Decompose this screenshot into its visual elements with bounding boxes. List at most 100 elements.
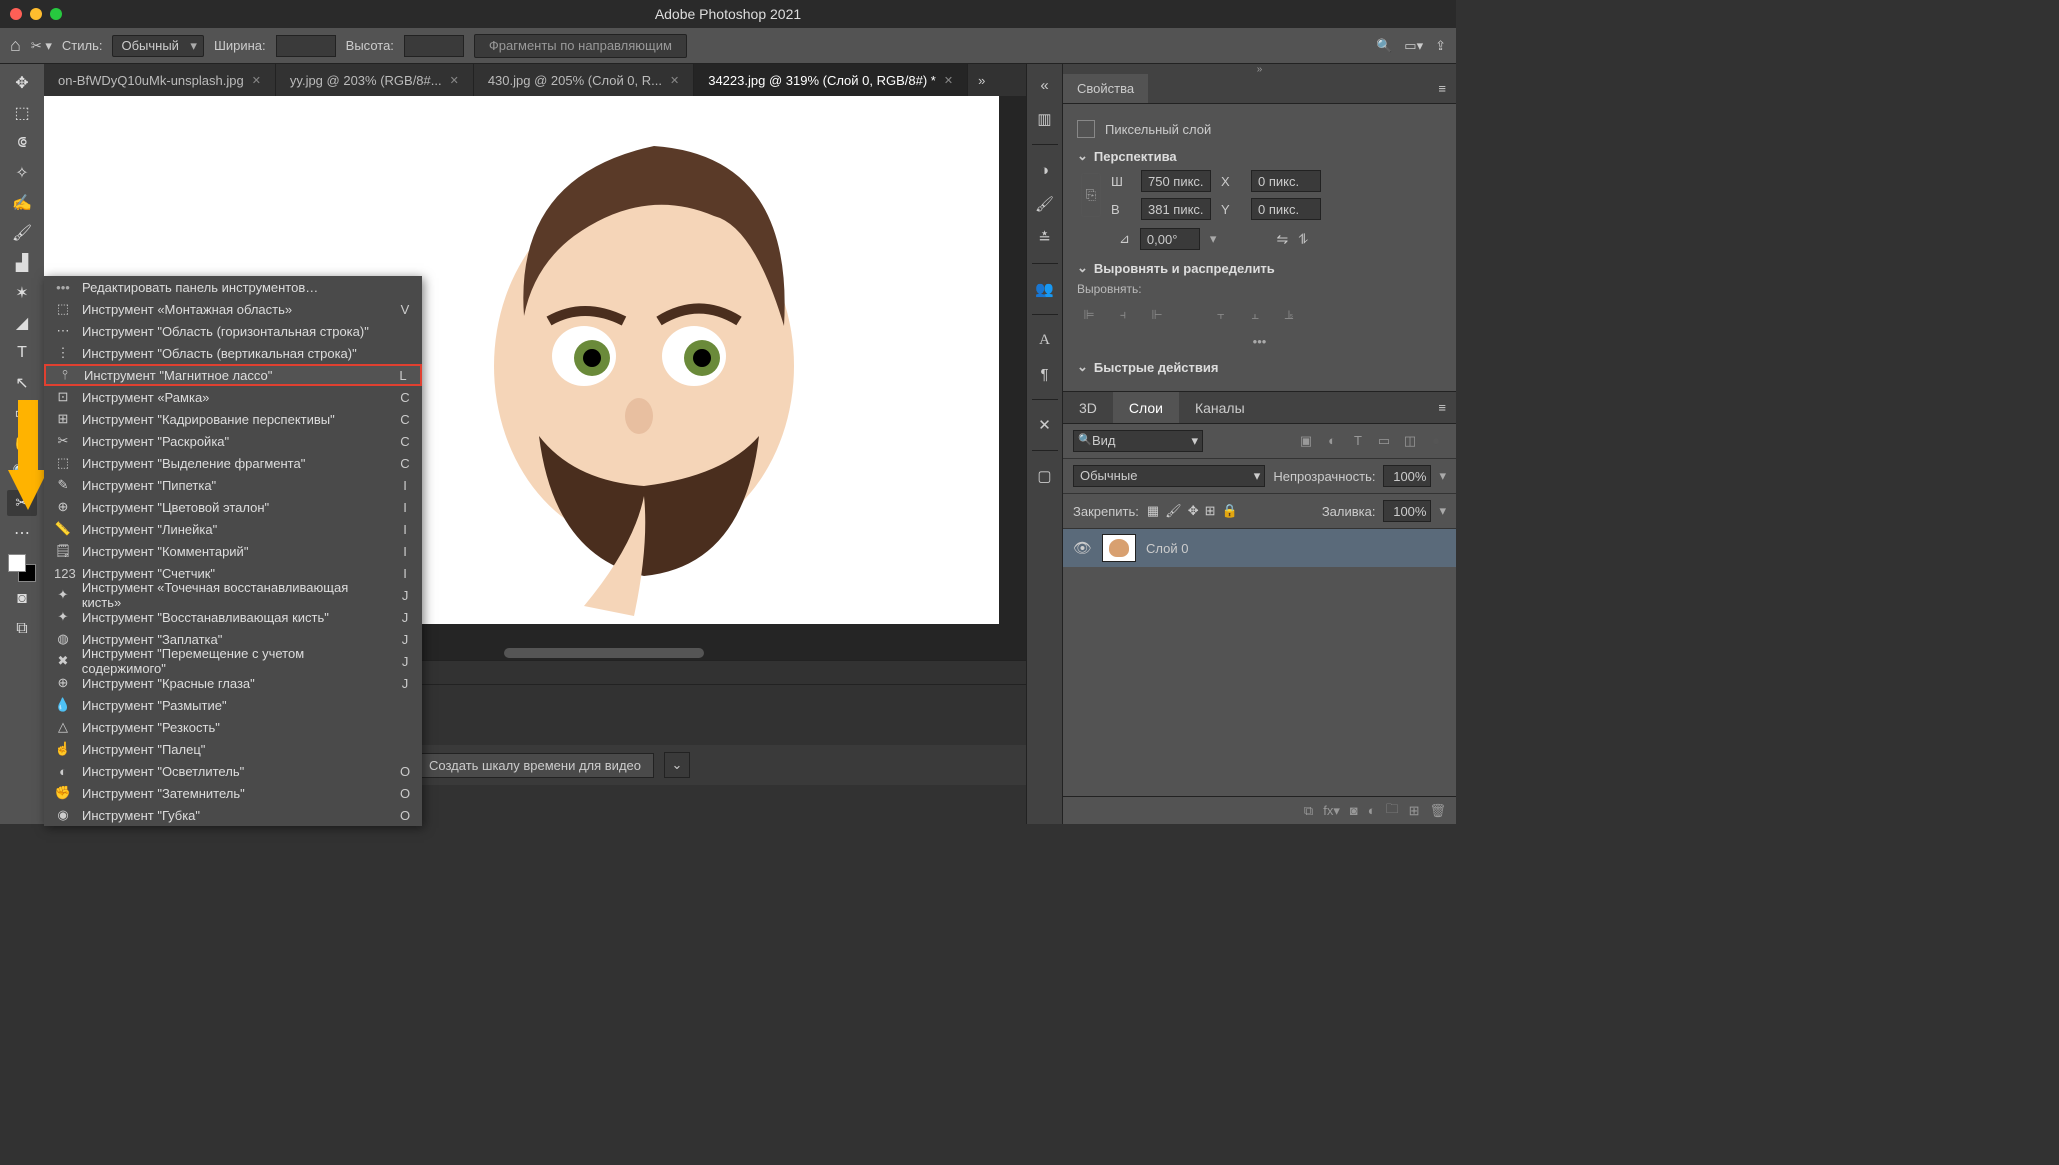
filter-type-icon[interactable]: T xyxy=(1348,433,1368,449)
flip-vertical-icon[interactable]: ⥮ xyxy=(1298,231,1308,248)
wand-tool-icon[interactable]: ✧ xyxy=(7,160,37,186)
tool-menu-item[interactable]: 🗒Инструмент "Комментарий"I xyxy=(44,540,422,562)
style-dropdown[interactable]: Обычный xyxy=(112,35,203,57)
brushes-panel-icon[interactable]: 🖌 xyxy=(1032,191,1058,217)
marquee-tool-icon[interactable]: ⬚ xyxy=(7,100,37,126)
properties-tab[interactable]: Свойства xyxy=(1063,74,1148,103)
align-left-icon[interactable]: ⊫ xyxy=(1077,304,1101,326)
lock-paint-icon[interactable]: 🖌 xyxy=(1165,503,1182,519)
filter-shape-icon[interactable]: ▭ xyxy=(1374,433,1394,449)
layer-mask-icon[interactable]: ◙ xyxy=(1350,803,1358,818)
minimize-window-icon[interactable] xyxy=(30,8,42,20)
link-dimensions-icon[interactable]: ⎘ xyxy=(1081,173,1101,217)
adjustment-layer-icon[interactable]: ◐ xyxy=(1368,803,1376,818)
tab-2[interactable]: 430.jpg @ 205% (Слой 0, R...✕ xyxy=(474,64,694,96)
y-field[interactable] xyxy=(1251,198,1321,220)
tool-menu-item[interactable]: ⋯Инструмент "Область (горизонтальная стр… xyxy=(44,320,422,342)
close-icon[interactable]: ✕ xyxy=(944,74,953,87)
flip-horizontal-icon[interactable]: ⇋ xyxy=(1276,231,1288,248)
tool-menu-item[interactable]: ✎Инструмент "Пипетка"I xyxy=(44,474,422,496)
lasso-tool-icon[interactable]: ⟃ xyxy=(7,130,37,156)
width-input[interactable] xyxy=(276,35,336,57)
panel-menu-icon[interactable]: ≡ xyxy=(1428,81,1456,96)
layers-tab[interactable]: Слои xyxy=(1113,392,1179,423)
filter-pixel-icon[interactable]: ▣ xyxy=(1296,433,1316,449)
tool-menu-item[interactable]: 💧Инструмент "Размытие" xyxy=(44,694,422,716)
tool-menu-item[interactable]: ⋮Инструмент "Область (вертикальная строк… xyxy=(44,342,422,364)
layer-fx-icon[interactable]: fx▾ xyxy=(1323,803,1340,819)
link-layers-icon[interactable]: ⧉ xyxy=(1304,803,1313,819)
new-layer-icon[interactable]: ⊞ xyxy=(1409,803,1420,819)
tool-menu-item[interactable]: ✊Инструмент "Затемнитель"O xyxy=(44,782,422,804)
panel-collapse-icon[interactable]: » xyxy=(1063,64,1456,74)
height-input[interactable] xyxy=(404,35,464,57)
navigator-panel-icon[interactable]: ▢ xyxy=(1032,463,1058,489)
channels-tab[interactable]: Каналы xyxy=(1179,392,1261,423)
close-icon[interactable]: ✕ xyxy=(450,74,459,87)
adjustments-panel-icon[interactable]: ≛ xyxy=(1032,225,1058,251)
tool-menu-item[interactable]: ⊞Инструмент "Кадрирование перспективы"C xyxy=(44,408,422,430)
libraries-panel-icon[interactable]: 👥 xyxy=(1032,276,1058,302)
height-field[interactable] xyxy=(1141,198,1211,220)
screenmode-tool-icon[interactable]: ⧉ xyxy=(7,616,37,642)
dock-expand-icon[interactable]: « xyxy=(1032,72,1058,98)
path-select-tool-icon[interactable]: ↖ xyxy=(7,370,37,396)
align-bottom-icon[interactable]: ⫡ xyxy=(1277,304,1301,326)
screen-mode-icon[interactable]: ▭▾ xyxy=(1404,38,1423,54)
edit-toolbar-item[interactable]: ••• Редактировать панель инструментов… xyxy=(44,276,422,298)
share-icon[interactable]: ⇪ xyxy=(1435,38,1446,54)
align-right-icon[interactable]: ⊩ xyxy=(1145,304,1169,326)
visibility-icon[interactable]: 👁 xyxy=(1073,539,1092,557)
home-icon[interactable]: ⌂ xyxy=(10,35,21,56)
move-tool-icon[interactable]: ✥ xyxy=(7,70,37,96)
edit-toolbar-icon[interactable]: ⋯ xyxy=(7,520,37,546)
quick-actions-header[interactable]: Быстрые действия xyxy=(1077,359,1442,375)
align-top-icon[interactable]: ⫟ xyxy=(1209,304,1233,326)
tool-menu-item[interactable]: ⊡Инструмент «Рамка»C xyxy=(44,386,422,408)
layer-thumbnail[interactable] xyxy=(1102,534,1136,562)
3d-tab[interactable]: 3D xyxy=(1063,392,1113,423)
gradient-tool-icon[interactable]: ◢ xyxy=(7,310,37,336)
align-section-header[interactable]: Выровнять и распределить xyxy=(1077,260,1442,276)
x-field[interactable] xyxy=(1251,170,1321,192)
tab-0[interactable]: on-BfWDyQ10uMk-unsplash.jpg✕ xyxy=(44,64,276,96)
eyedropper-tool-icon[interactable]: ✍ xyxy=(7,190,37,216)
tab-1[interactable]: yy.jpg @ 203% (RGB/8#...✕ xyxy=(276,64,474,96)
angle-field[interactable] xyxy=(1140,228,1200,250)
filter-toggle-icon[interactable]: ● xyxy=(1426,433,1446,449)
horizontal-scrollbar[interactable] xyxy=(504,648,704,658)
tool-menu-item[interactable]: ☝Инструмент "Палец" xyxy=(44,738,422,760)
stamp-tool-icon[interactable]: ▟ xyxy=(7,250,37,276)
tool-menu-item[interactable]: ◐Инструмент "Осветлитель"O xyxy=(44,760,422,782)
timeline-dropdown-icon[interactable]: ⌄ xyxy=(664,752,690,778)
tool-preset-icon[interactable]: ✂ ▾ xyxy=(31,38,52,54)
tool-menu-item[interactable]: ⫯Инструмент "Магнитное лассо"L xyxy=(44,364,422,386)
layer-row[interactable]: 👁 Слой 0 xyxy=(1063,529,1456,567)
transform-section-header[interactable]: Перспектива xyxy=(1077,148,1442,164)
filter-adjust-icon[interactable]: ◐ xyxy=(1322,433,1342,449)
fill-input[interactable] xyxy=(1383,500,1431,522)
character-panel-icon[interactable]: A xyxy=(1032,327,1058,353)
actions-panel-icon[interactable]: ✕ xyxy=(1032,412,1058,438)
opacity-input[interactable] xyxy=(1383,465,1431,487)
panel-menu-icon[interactable]: ≡ xyxy=(1428,400,1456,415)
quickmask-icon[interactable]: ◙ xyxy=(7,586,37,612)
group-icon[interactable]: 🗀 xyxy=(1386,800,1399,822)
tool-menu-item[interactable]: △Инструмент "Резкость" xyxy=(44,716,422,738)
tool-menu-item[interactable]: ✂Инструмент "Раскройка"C xyxy=(44,430,422,452)
tool-menu-item[interactable]: ✖Инструмент "Перемещение с учетом содерж… xyxy=(44,650,422,672)
align-center-h-icon[interactable]: ⫞ xyxy=(1111,304,1135,326)
maximize-window-icon[interactable] xyxy=(50,8,62,20)
lock-all-icon[interactable]: 🔒 xyxy=(1222,503,1238,519)
close-icon[interactable]: ✕ xyxy=(670,74,679,87)
layer-name[interactable]: Слой 0 xyxy=(1146,541,1188,556)
brush-tool-icon[interactable]: 🖌 xyxy=(7,220,37,246)
lock-position-icon[interactable]: ✥ xyxy=(1188,503,1199,519)
history-panel-icon[interactable]: ▥ xyxy=(1032,106,1058,132)
width-field[interactable] xyxy=(1141,170,1211,192)
search-icon[interactable]: 🔍 xyxy=(1376,38,1392,54)
type-tool-icon[interactable]: T xyxy=(7,340,37,366)
tab-overflow-icon[interactable]: » xyxy=(968,64,995,96)
create-timeline-button[interactable]: Создать шкалу времени для видео xyxy=(416,753,654,778)
close-window-icon[interactable] xyxy=(10,8,22,20)
